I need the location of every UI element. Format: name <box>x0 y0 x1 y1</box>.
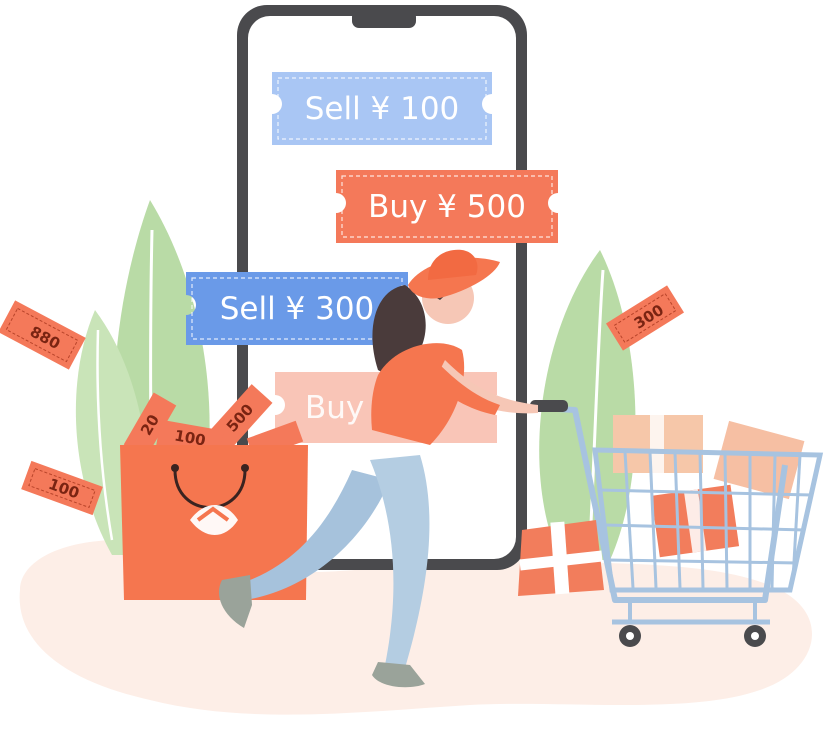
sell-100-label: Sell ¥ 100 <box>305 91 460 127</box>
gift-box <box>518 520 604 596</box>
buy-500-label: Buy ¥ 500 <box>368 189 526 225</box>
coupon-300-right: 300 <box>605 285 685 351</box>
sell-100-ticket: Sell ¥ 100 <box>272 72 492 145</box>
sell-300-label: Sell ¥ 300 <box>220 291 375 327</box>
buy-500-ticket: Buy ¥ 500 <box>336 170 558 243</box>
coupon-880: 880 <box>0 300 86 370</box>
phone-notch <box>352 10 416 28</box>
shopping-illustration: Sell ¥ 100 Buy ¥ 500 Buy ¥ Sell ¥ 300 88… <box>0 5 824 715</box>
